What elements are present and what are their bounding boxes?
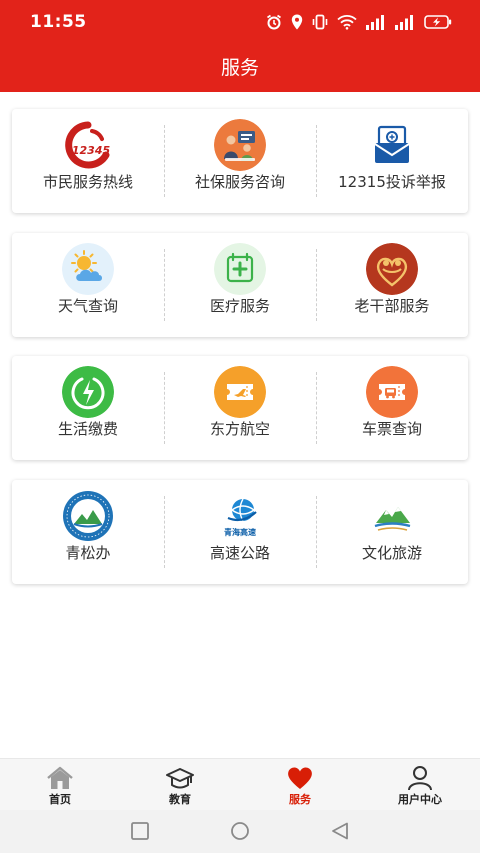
battery-charging-icon [424, 15, 452, 29]
tab-service[interactable]: 服务 [240, 759, 360, 811]
system-nav-bar [0, 810, 480, 853]
service-label: 12315投诉举报 [338, 173, 446, 191]
title-bar: 服务 [0, 44, 480, 92]
status-bar: 11:55 [0, 0, 480, 44]
heart-icon [288, 767, 312, 789]
tab-label: 服务 [289, 793, 311, 806]
veteran-cadre-icon [366, 243, 418, 295]
weather-icon [62, 243, 114, 295]
location-icon [291, 14, 303, 30]
page-title: 服务 [220, 57, 259, 79]
culture-tourism-icon [366, 490, 418, 542]
qingsongban-emblem-icon [62, 490, 114, 542]
service-train-ticket[interactable]: 车票查询 [316, 356, 468, 460]
train-ticket-icon [366, 366, 418, 418]
signal-icon-2 [395, 14, 413, 30]
service-label: 车票查询 [361, 420, 422, 438]
divider [316, 125, 317, 197]
divider [164, 249, 165, 321]
signal-icon-1 [366, 14, 384, 30]
divider [164, 496, 165, 568]
service-weather[interactable]: 天气查询 [12, 233, 164, 337]
tab-user-center[interactable]: 用户中心 [360, 759, 480, 811]
divider [316, 249, 317, 321]
tab-education[interactable]: 教育 [120, 759, 240, 811]
bottom-tab-bar: 首页 教育 服务 用户中心 [0, 758, 480, 810]
user-icon [408, 766, 432, 791]
service-airline[interactable]: 东方航空 [164, 356, 316, 460]
service-social-security[interactable]: 社保服务咨询 [164, 109, 316, 213]
service-card-1: 12345 市民服务热线 社保服务咨询 12315投诉举报 [12, 109, 468, 213]
service-culture-tourism[interactable]: 文化旅游 [316, 480, 468, 584]
bill-payment-icon [62, 366, 114, 418]
service-veteran[interactable]: 老干部服务 [316, 233, 468, 337]
airline-ticket-icon [214, 366, 266, 418]
svg-text:青海高速: 青海高速 [224, 527, 256, 537]
divider [316, 372, 317, 444]
status-icons [266, 12, 452, 32]
service-label: 东方航空 [209, 420, 270, 438]
social-security-icon [214, 119, 266, 171]
service-card-4: 青松办 青海高速 高速公路 文化旅游 [12, 480, 468, 584]
divider [164, 372, 165, 444]
divider [316, 496, 317, 568]
service-label: 天气查询 [57, 297, 118, 315]
vibrate-icon [312, 14, 328, 30]
service-highway[interactable]: 青海高速 高速公路 [164, 480, 316, 584]
recent-apps-button[interactable] [131, 822, 149, 840]
service-complaint[interactable]: 12315投诉举报 [316, 109, 468, 213]
graduation-cap-icon [166, 768, 194, 789]
home-icon [47, 766, 73, 789]
medical-icon [214, 243, 266, 295]
alarm-icon [267, 14, 281, 30]
wifi-icon [337, 15, 357, 30]
tab-label: 教育 [169, 793, 191, 806]
service-label: 青松办 [65, 544, 111, 562]
service-label: 老干部服务 [354, 297, 430, 315]
status-time: 11:55 [30, 12, 87, 32]
svg-text:12345: 12345 [72, 144, 111, 157]
highway-globe-icon: 青海高速 [214, 490, 266, 542]
divider [164, 125, 165, 197]
back-button[interactable] [331, 822, 349, 840]
tab-label: 用户中心 [398, 793, 442, 806]
service-hotline[interactable]: 12345 市民服务热线 [12, 109, 164, 213]
service-label: 医疗服务 [209, 297, 270, 315]
hotline-12345-icon: 12345 [62, 119, 114, 171]
service-card-2: 天气查询 医疗服务 老干部服务 [12, 233, 468, 337]
complaint-mail-icon [366, 119, 418, 171]
service-card-3: 生活缴费 东方航空 车票查询 [12, 356, 468, 460]
service-qingsongban[interactable]: 青松办 [12, 480, 164, 584]
service-label: 生活缴费 [57, 420, 118, 438]
service-label: 文化旅游 [361, 544, 422, 562]
service-label: 高速公路 [209, 544, 270, 562]
service-medical[interactable]: 医疗服务 [164, 233, 316, 337]
tab-home[interactable]: 首页 [0, 759, 120, 811]
service-label: 社保服务咨询 [194, 173, 285, 191]
tab-label: 首页 [49, 793, 71, 806]
service-bill-payment[interactable]: 生活缴费 [12, 356, 164, 460]
service-label: 市民服务热线 [42, 173, 133, 191]
home-button[interactable] [229, 822, 251, 840]
